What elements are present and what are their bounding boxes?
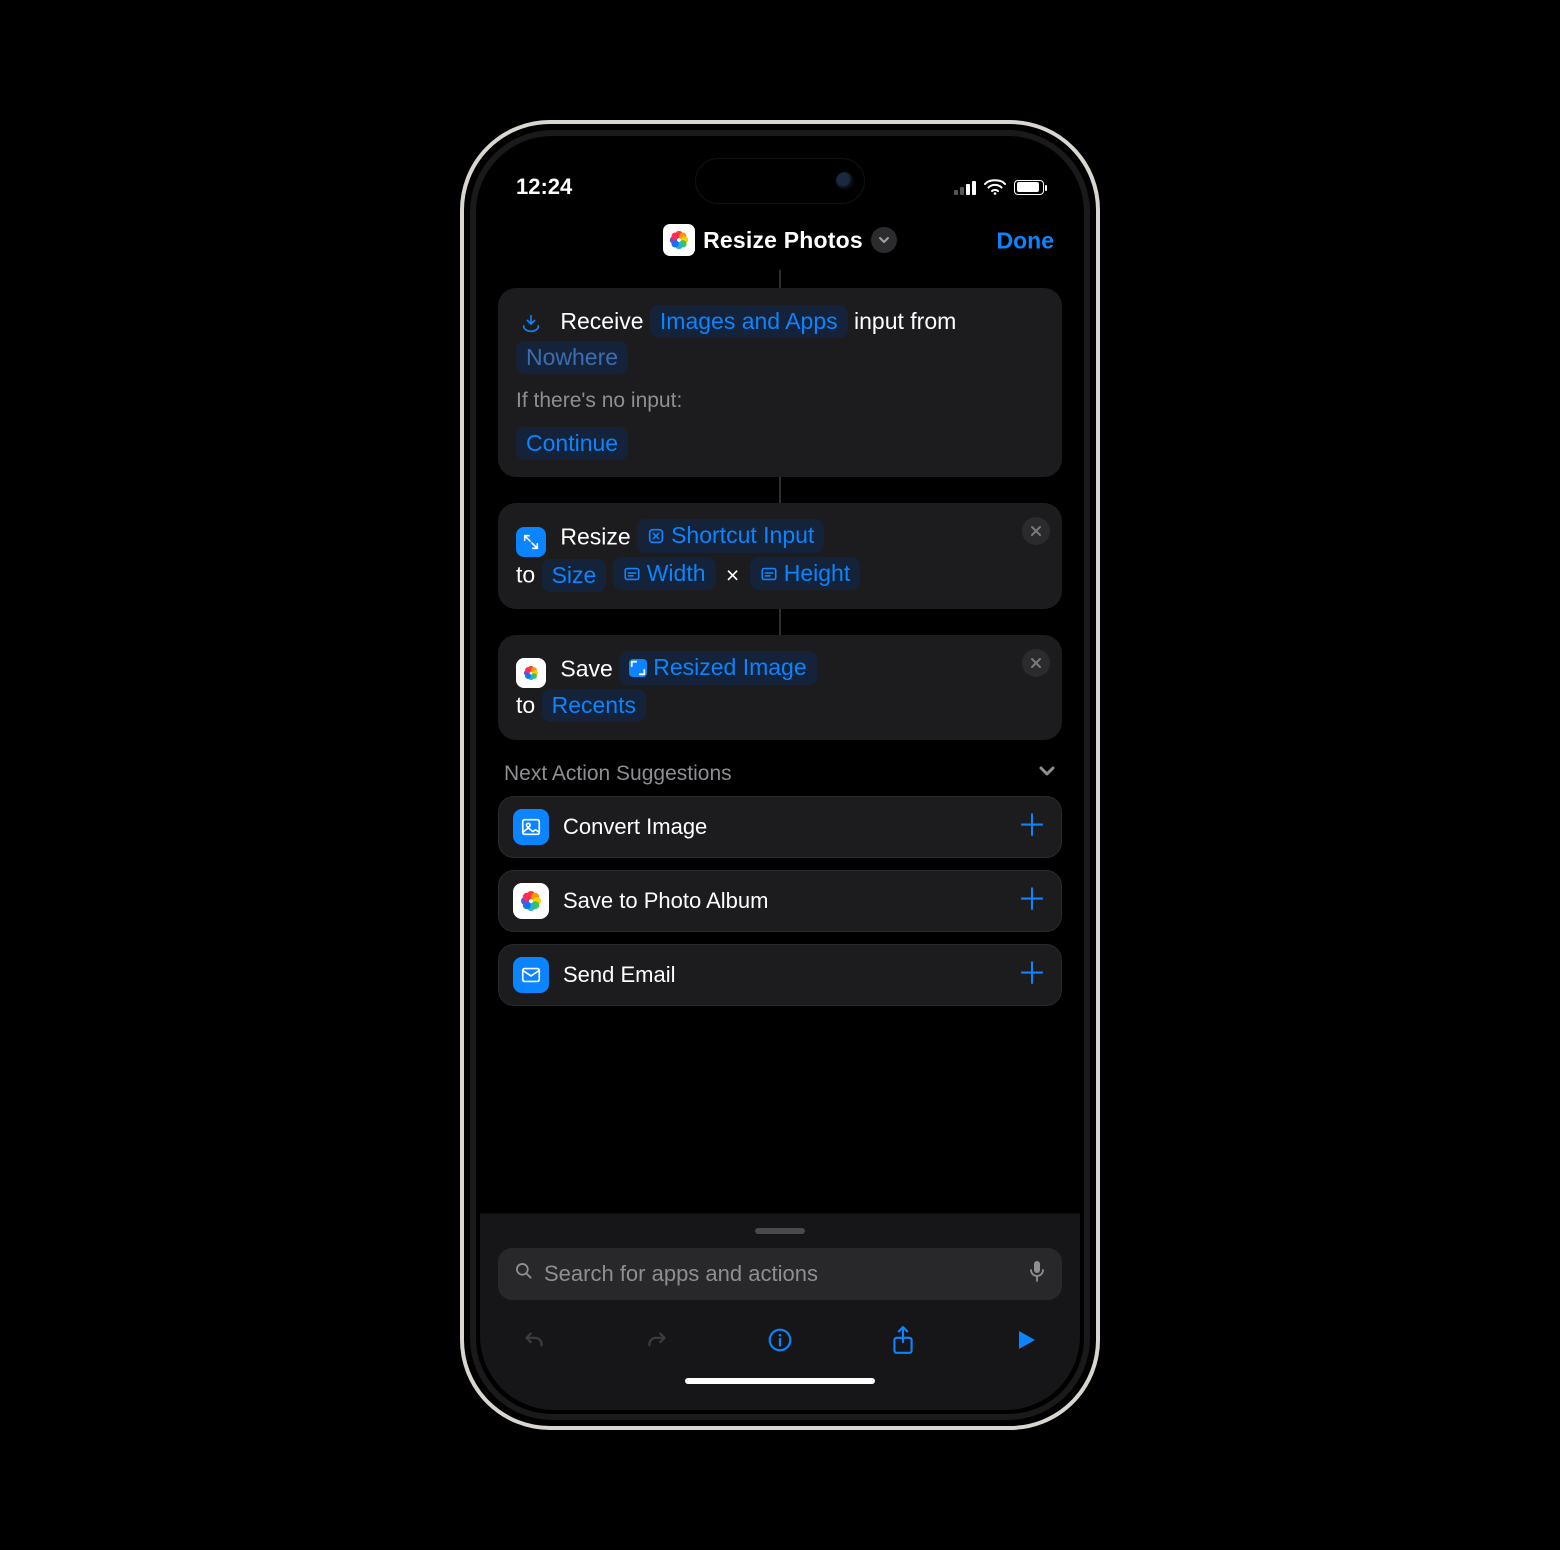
wifi-icon bbox=[984, 179, 1006, 195]
action-card-save[interactable]: Save Resized Image to Recents bbox=[498, 635, 1062, 739]
token-height[interactable]: Height bbox=[750, 557, 860, 590]
info-button[interactable] bbox=[762, 1322, 798, 1358]
chevron-down-icon bbox=[1038, 762, 1056, 786]
run-button[interactable] bbox=[1008, 1322, 1044, 1358]
connector-line bbox=[779, 477, 781, 503]
phone-side-button bbox=[460, 554, 462, 639]
token-width[interactable]: Width bbox=[613, 557, 716, 590]
photos-app-icon bbox=[513, 883, 549, 919]
suggestion-label: Save to Photo Album bbox=[563, 888, 768, 914]
battery-icon bbox=[1014, 180, 1044, 195]
editor-toolbar bbox=[498, 1314, 1062, 1358]
suggestion-save-to-photos[interactable]: Save to Photo Album ＋ bbox=[498, 870, 1062, 932]
connector-line bbox=[779, 270, 781, 288]
screen: 12:24 bbox=[480, 140, 1080, 1410]
token-shortcut-input[interactable]: Shortcut Input bbox=[637, 519, 824, 552]
action-card-resize[interactable]: Resize Shortcut Input to Size bbox=[498, 503, 1062, 609]
photos-app-icon bbox=[663, 224, 695, 256]
text-to: to bbox=[516, 562, 535, 588]
suggestion-convert-image[interactable]: Convert Image ＋ bbox=[498, 796, 1062, 858]
suggestions-title: Next Action Suggestions bbox=[504, 762, 732, 786]
text-to: to bbox=[516, 692, 535, 718]
bottom-panel: Search for apps and actions bbox=[480, 1213, 1080, 1410]
dynamic-island bbox=[695, 158, 865, 204]
token-size[interactable]: Size bbox=[542, 559, 607, 592]
search-input[interactable]: Search for apps and actions bbox=[498, 1248, 1062, 1300]
no-input-label: If there's no input: bbox=[516, 385, 1044, 418]
phone-side-button bbox=[1098, 484, 1100, 614]
workflow-canvas[interactable]: Receive Images and Apps input from Nowhe… bbox=[480, 270, 1080, 1213]
sheet-grabber[interactable] bbox=[755, 1228, 805, 1234]
remove-action-button[interactable] bbox=[1022, 649, 1050, 677]
token-source[interactable]: Nowhere bbox=[516, 341, 628, 374]
text-resize: Resize bbox=[560, 524, 630, 550]
redo-button[interactable] bbox=[639, 1322, 675, 1358]
token-resized-image[interactable]: Resized Image bbox=[619, 651, 816, 684]
chevron-down-icon[interactable] bbox=[871, 227, 897, 253]
input-icon bbox=[516, 309, 546, 339]
text-input-from: input from bbox=[854, 308, 956, 334]
suggestion-label: Send Email bbox=[563, 962, 676, 988]
photos-app-icon bbox=[516, 658, 546, 688]
device-frame: 12:24 bbox=[460, 120, 1100, 1430]
editor-header: Resize Photos Done bbox=[480, 212, 1080, 270]
mail-icon bbox=[513, 957, 549, 993]
connector-line bbox=[779, 609, 781, 635]
text-receive: Receive bbox=[560, 308, 643, 334]
search-icon bbox=[514, 1261, 534, 1287]
action-card-receive[interactable]: Receive Images and Apps input from Nowhe… bbox=[498, 288, 1062, 477]
suggestions-header[interactable]: Next Action Suggestions bbox=[498, 740, 1062, 796]
phone-side-button bbox=[460, 444, 462, 529]
resize-icon bbox=[516, 527, 546, 557]
undo-button[interactable] bbox=[516, 1322, 552, 1358]
share-button[interactable] bbox=[885, 1322, 921, 1358]
text-save: Save bbox=[560, 656, 612, 682]
token-input-types[interactable]: Images and Apps bbox=[650, 305, 848, 338]
shortcut-title[interactable]: Resize Photos bbox=[703, 227, 863, 254]
image-icon bbox=[513, 809, 549, 845]
suggestion-label: Convert Image bbox=[563, 814, 707, 840]
status-time: 12:24 bbox=[516, 174, 572, 200]
remove-action-button[interactable] bbox=[1022, 517, 1050, 545]
token-no-input-behavior[interactable]: Continue bbox=[516, 427, 628, 460]
token-destination-album[interactable]: Recents bbox=[542, 689, 646, 722]
times-symbol: × bbox=[722, 562, 743, 588]
done-button[interactable]: Done bbox=[997, 228, 1055, 255]
suggestion-send-email[interactable]: Send Email ＋ bbox=[498, 944, 1062, 1006]
dictation-icon[interactable] bbox=[1028, 1260, 1046, 1288]
search-placeholder: Search for apps and actions bbox=[544, 1261, 818, 1287]
phone-side-button bbox=[460, 354, 462, 399]
home-indicator[interactable] bbox=[685, 1378, 875, 1384]
cellular-icon bbox=[954, 179, 976, 195]
